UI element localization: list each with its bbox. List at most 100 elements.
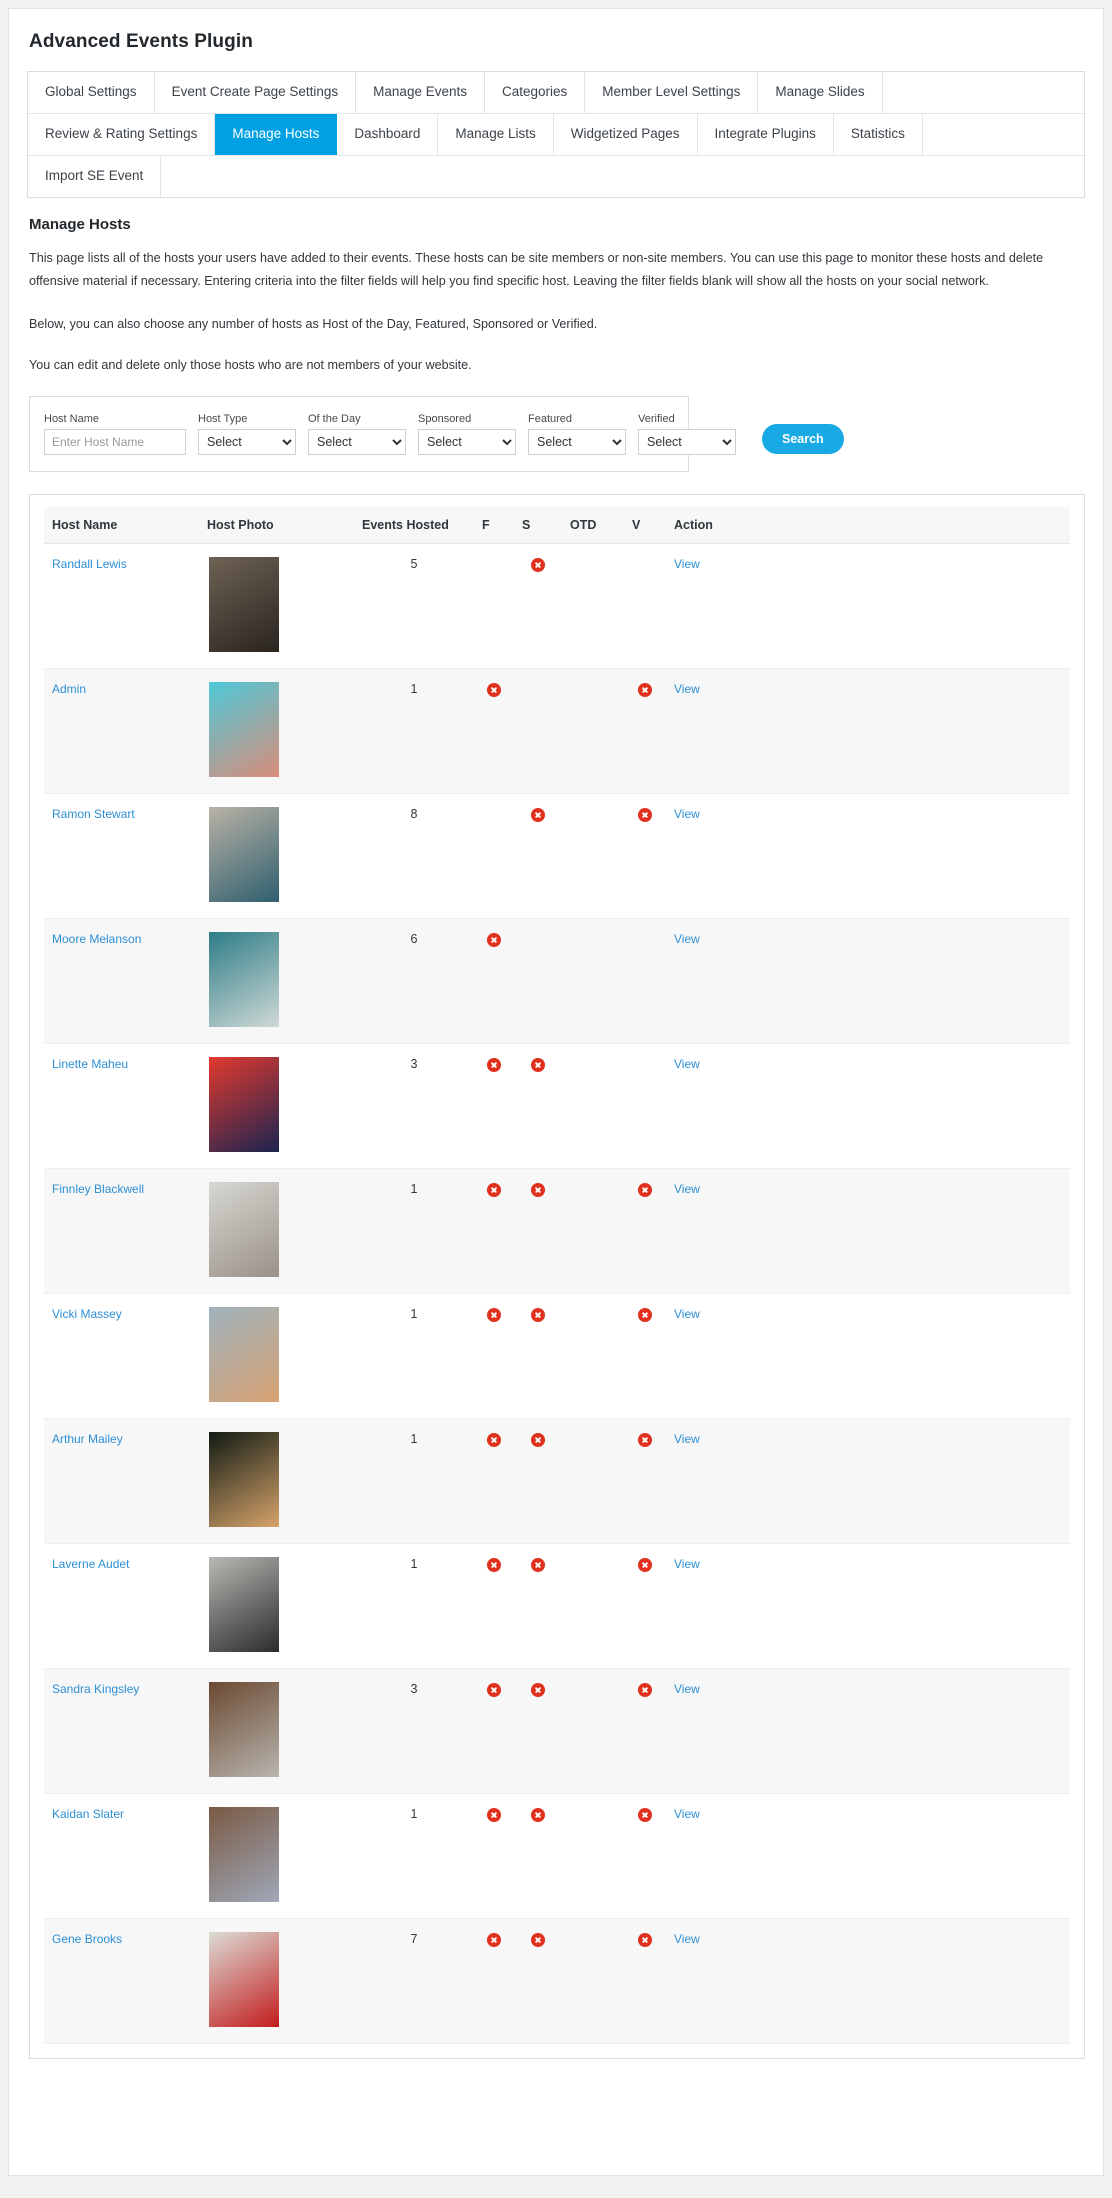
host-photo [209, 1431, 279, 1527]
host-photo-cell [199, 543, 354, 668]
events-hosted-cell: 5 [410, 556, 418, 571]
remove-x-icon[interactable] [531, 1432, 545, 1447]
host-name-link[interactable]: Laverne Audet [52, 1557, 129, 1571]
remove-x-icon[interactable] [487, 682, 501, 697]
host-name-link[interactable]: Kaidan Slater [52, 1807, 124, 1821]
view-link[interactable]: View [674, 1932, 700, 1946]
tab-manage-slides[interactable]: Manage Slides [758, 72, 883, 113]
view-link[interactable]: View [674, 1057, 700, 1071]
view-link[interactable]: View [674, 1307, 700, 1321]
tab-global-settings[interactable]: Global Settings [28, 72, 155, 113]
host-name-link[interactable]: Finnley Blackwell [52, 1182, 144, 1196]
remove-x-icon[interactable] [487, 1807, 501, 1822]
host-name-cell: Moore Melanson [44, 918, 199, 1043]
host-photo-cell [199, 1918, 354, 2043]
remove-x-icon[interactable] [638, 1682, 652, 1697]
of-the-day-flag-cell [562, 918, 624, 1043]
action-cell: View [666, 1918, 806, 2043]
host-name-link[interactable]: Admin [52, 682, 86, 696]
sponsored-select[interactable]: Select [418, 428, 516, 455]
host-name-link[interactable]: Linette Maheu [52, 1057, 128, 1071]
remove-x-icon[interactable] [531, 1807, 545, 1822]
remove-x-icon[interactable] [638, 1432, 652, 1447]
remove-x-icon[interactable] [531, 557, 545, 572]
tab-manage-events[interactable]: Manage Events [356, 72, 485, 113]
remove-x-icon[interactable] [531, 807, 545, 822]
verified-select[interactable]: Select [638, 428, 736, 455]
view-link[interactable]: View [674, 682, 700, 696]
remove-x-icon[interactable] [487, 1682, 501, 1697]
remove-x-icon[interactable] [487, 1057, 501, 1072]
tab-manage-hosts[interactable]: Manage Hosts [215, 113, 338, 155]
remove-x-icon[interactable] [487, 1182, 501, 1197]
host-photo [209, 806, 279, 902]
remove-x-icon[interactable] [487, 1932, 501, 1947]
tab-categories[interactable]: Categories [484, 72, 586, 113]
remove-x-icon[interactable] [531, 1182, 545, 1197]
view-link[interactable]: View [674, 1557, 700, 1571]
verified-flag-cell [624, 1043, 666, 1168]
remove-x-icon[interactable] [638, 1807, 652, 1822]
verified-flag-cell [624, 793, 666, 918]
remove-x-icon[interactable] [638, 1182, 652, 1197]
tab-import-se-event[interactable]: Import SE Event [28, 155, 162, 197]
host-name-cell: Arthur Mailey [44, 1418, 199, 1543]
view-link[interactable]: View [674, 1432, 700, 1446]
verified-flag-cell [624, 1668, 666, 1793]
host-photo-cell [199, 918, 354, 1043]
table-row: Laverne Audet 1 View [44, 1543, 1070, 1669]
tab-member-level-settings[interactable]: Member Level Settings [585, 72, 759, 113]
remove-x-icon[interactable] [638, 682, 652, 697]
remove-x-icon[interactable] [638, 807, 652, 822]
remove-x-icon[interactable] [531, 1557, 545, 1572]
remove-x-icon[interactable] [531, 1932, 545, 1947]
host-name-link[interactable]: Sandra Kingsley [52, 1682, 139, 1696]
remove-x-icon[interactable] [638, 1932, 652, 1947]
tab-review-rating-settings[interactable]: Review & Rating Settings [28, 113, 216, 155]
sponsored-flag-cell [514, 1418, 562, 1543]
tab-row-filler [161, 155, 1084, 197]
host-name-link[interactable]: Vicki Massey [52, 1307, 122, 1321]
remove-x-icon[interactable] [487, 1307, 501, 1322]
featured-select[interactable]: Select [528, 428, 626, 455]
remove-x-icon[interactable] [531, 1307, 545, 1322]
column-header-s: S [514, 506, 562, 544]
host-name-link[interactable]: Randall Lewis [52, 557, 127, 571]
of-the-day-select[interactable]: Select [308, 428, 406, 455]
host-name-cell: Finnley Blackwell [44, 1168, 199, 1293]
view-link[interactable]: View [674, 1807, 700, 1821]
verified-label: Verified [638, 412, 675, 425]
tab-statistics[interactable]: Statistics [833, 113, 923, 155]
featured-flag-cell [474, 918, 514, 1043]
view-link[interactable]: View [674, 807, 700, 821]
host-name-link[interactable]: Moore Melanson [52, 932, 141, 946]
host-name-link[interactable]: Arthur Mailey [52, 1432, 123, 1446]
search-button[interactable]: Search [762, 423, 844, 454]
host-type-select[interactable]: Select [198, 428, 296, 455]
remove-x-icon[interactable] [531, 1057, 545, 1072]
host-name-link[interactable]: Ramon Stewart [52, 807, 135, 821]
tab-manage-lists[interactable]: Manage Lists [438, 113, 554, 155]
remove-x-icon[interactable] [638, 1557, 652, 1572]
column-header-otd: OTD [562, 506, 624, 544]
sponsored-flag-cell [514, 1168, 562, 1293]
tab-integrate-plugins[interactable]: Integrate Plugins [697, 113, 834, 155]
host-name-link[interactable]: Gene Brooks [52, 1932, 122, 1946]
view-link[interactable]: View [674, 1682, 700, 1696]
host-photo-cell [199, 1043, 354, 1168]
remove-x-icon[interactable] [531, 1682, 545, 1697]
tab-dashboard[interactable]: Dashboard [337, 113, 439, 155]
host-photo [209, 556, 279, 652]
remove-x-icon[interactable] [487, 1432, 501, 1447]
view-link[interactable]: View [674, 557, 700, 571]
host-name-input[interactable] [44, 428, 186, 455]
tab-widgetized-pages[interactable]: Widgetized Pages [553, 113, 698, 155]
tab-event-create-page-settings[interactable]: Event Create Page Settings [154, 72, 357, 113]
remove-x-icon[interactable] [487, 932, 501, 947]
host-photo-cell [199, 1293, 354, 1418]
remove-x-icon[interactable] [487, 1557, 501, 1572]
remove-x-icon[interactable] [638, 1307, 652, 1322]
view-link[interactable]: View [674, 932, 700, 946]
plugin-page-card: Advanced Events Plugin Global Settings Ev… [8, 8, 1104, 2176]
view-link[interactable]: View [674, 1182, 700, 1196]
